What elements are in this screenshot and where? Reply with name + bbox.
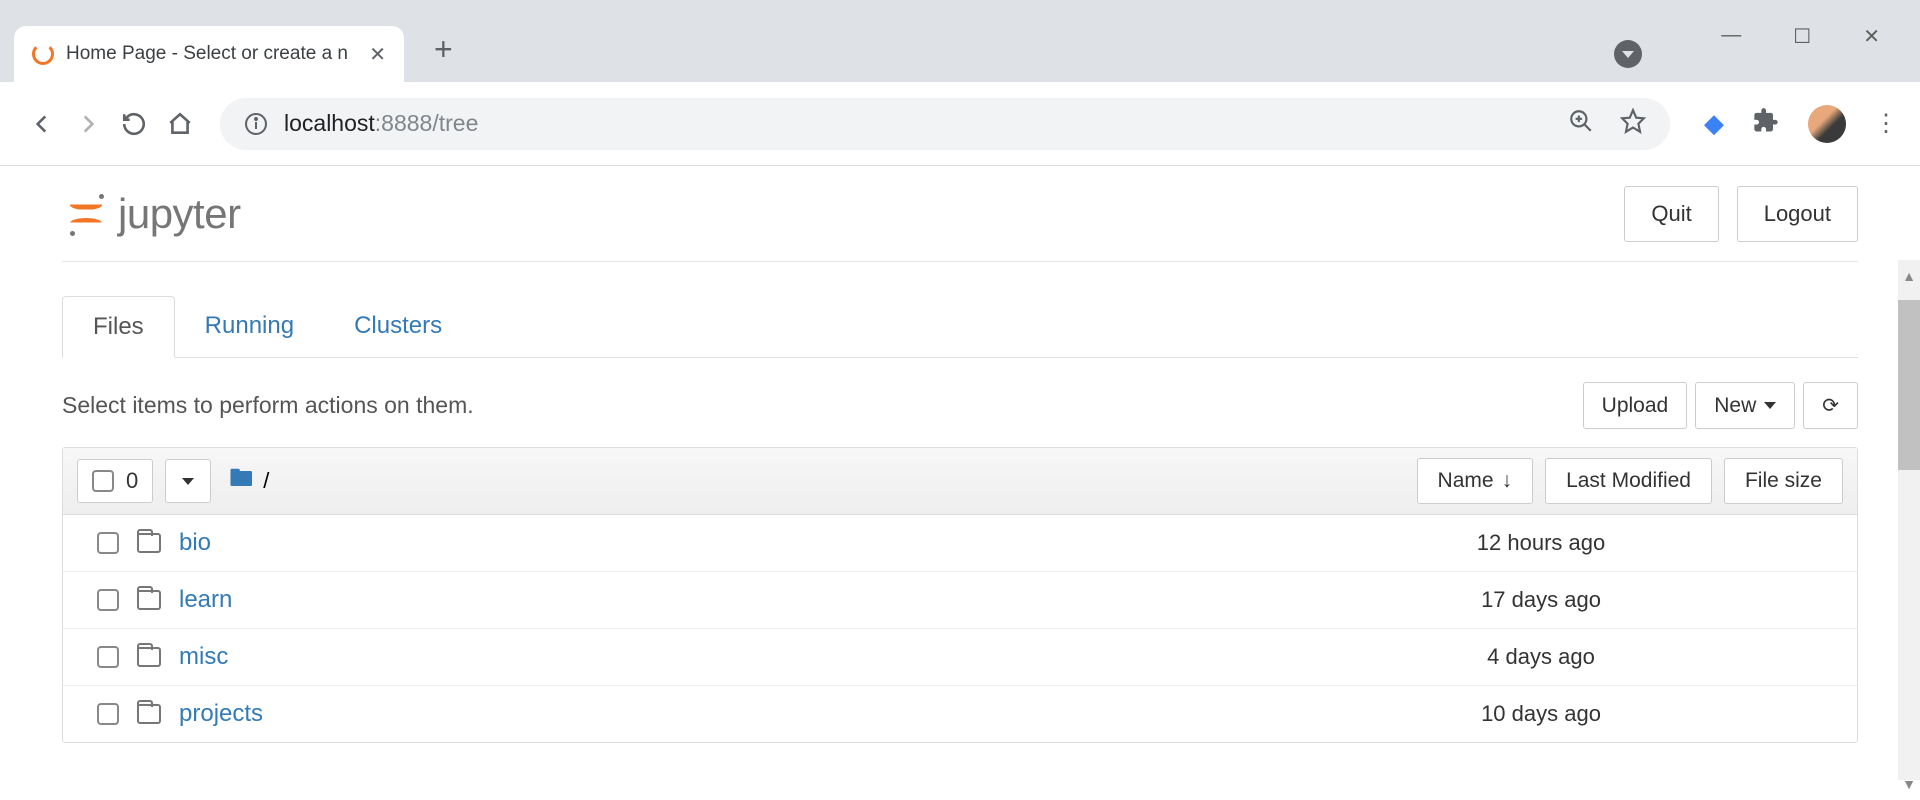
- home-button[interactable]: [160, 104, 200, 144]
- minimize-icon[interactable]: —: [1721, 24, 1741, 49]
- row-checkbox[interactable]: [97, 589, 119, 611]
- url-text: localhost:8888/tree: [284, 110, 478, 137]
- sort-name-button[interactable]: Name↓: [1417, 458, 1534, 504]
- extensions-area: ◆ ⋮: [1704, 105, 1898, 143]
- item-link[interactable]: misc: [179, 643, 228, 671]
- item-modified: 10 days ago: [1421, 701, 1661, 727]
- close-tab-icon[interactable]: ✕: [369, 42, 386, 67]
- caret-down-icon: [182, 478, 194, 485]
- dashboard-tabs: Files Running Clusters: [62, 296, 1858, 358]
- file-row: projects 10 days ago: [63, 686, 1857, 742]
- back-button[interactable]: [22, 104, 62, 144]
- jupyter-logo[interactable]: jupyter: [62, 190, 241, 238]
- browser-tab[interactable]: Home Page - Select or create a n ✕: [14, 26, 404, 82]
- sort-size-button[interactable]: File size: [1724, 458, 1843, 504]
- forward-button[interactable]: [68, 104, 108, 144]
- select-menu-dropdown[interactable]: [165, 459, 211, 503]
- sort-desc-icon: ↓: [1502, 469, 1513, 493]
- jupyter-logo-icon: [62, 190, 110, 238]
- folder-icon: [137, 647, 161, 667]
- file-row: misc 4 days ago: [63, 629, 1857, 686]
- tab-clusters[interactable]: Clusters: [324, 296, 472, 357]
- site-info-icon[interactable]: [244, 112, 268, 136]
- new-tab-button[interactable]: +: [434, 31, 453, 68]
- extensions-puzzle-icon[interactable]: [1752, 107, 1780, 140]
- item-link[interactable]: learn: [179, 586, 232, 614]
- reload-button[interactable]: [114, 104, 154, 144]
- profile-avatar[interactable]: [1808, 105, 1846, 143]
- row-checkbox[interactable]: [97, 646, 119, 668]
- tab-overflow-button[interactable]: [1614, 40, 1642, 68]
- browser-menu-icon[interactable]: ⋮: [1874, 109, 1898, 138]
- breadcrumb-root: /: [263, 468, 269, 494]
- selected-count: 0: [126, 468, 138, 494]
- caret-down-icon: [1764, 402, 1776, 409]
- sort-modified-button[interactable]: Last Modified: [1545, 458, 1712, 504]
- select-all-checkbox[interactable]: [92, 470, 114, 492]
- breadcrumb[interactable]: 🖿 /: [229, 461, 269, 502]
- tab-title: Home Page - Select or create a n: [66, 43, 348, 65]
- jupyter-header: jupyter Quit Logout: [62, 166, 1858, 262]
- scrollbar-thumb[interactable]: [1898, 300, 1920, 470]
- extension-icon[interactable]: ◆: [1704, 108, 1724, 139]
- folder-icon: 🖿: [229, 461, 253, 502]
- browser-toolbar: localhost:8888/tree ◆ ⋮: [0, 82, 1920, 166]
- file-list-header: 0 🖿 / Name↓ Last Modified File size: [63, 448, 1857, 515]
- item-link[interactable]: bio: [179, 529, 211, 557]
- maximize-icon[interactable]: ☐: [1793, 24, 1811, 49]
- file-list: 0 🖿 / Name↓ Last Modified File size bio …: [62, 447, 1858, 743]
- item-modified: 12 hours ago: [1421, 530, 1661, 556]
- bookmark-star-icon[interactable]: [1620, 108, 1646, 139]
- folder-icon: [137, 704, 161, 724]
- quit-button[interactable]: Quit: [1624, 186, 1718, 242]
- file-row: bio 12 hours ago: [63, 515, 1857, 572]
- scroll-up-icon[interactable]: ▲: [1900, 268, 1918, 286]
- select-all-control[interactable]: 0: [77, 459, 153, 503]
- scroll-down-icon[interactable]: ▼: [1900, 776, 1918, 794]
- tab-files[interactable]: Files: [62, 296, 175, 358]
- new-dropdown-button[interactable]: New: [1695, 382, 1795, 429]
- row-checkbox[interactable]: [97, 703, 119, 725]
- folder-icon: [137, 533, 161, 553]
- address-bar[interactable]: localhost:8888/tree: [220, 98, 1670, 150]
- browser-tab-strip: Home Page - Select or create a n ✕ + — ☐…: [0, 0, 1920, 82]
- item-modified: 4 days ago: [1421, 644, 1661, 670]
- folder-icon: [137, 590, 161, 610]
- row-checkbox[interactable]: [97, 532, 119, 554]
- refresh-button[interactable]: ⟳: [1803, 382, 1858, 429]
- window-controls: — ☐ ✕: [1721, 0, 1920, 49]
- jupyter-favicon-icon: [32, 43, 54, 65]
- file-row: learn 17 days ago: [63, 572, 1857, 629]
- jupyter-logo-text: jupyter: [118, 190, 241, 238]
- tab-running[interactable]: Running: [175, 296, 324, 357]
- close-window-icon[interactable]: ✕: [1863, 24, 1880, 49]
- refresh-icon: ⟳: [1822, 393, 1839, 418]
- zoom-icon[interactable]: [1568, 108, 1594, 139]
- action-hint: Select items to perform actions on them.: [62, 392, 474, 419]
- logout-button[interactable]: Logout: [1737, 186, 1858, 242]
- upload-button[interactable]: Upload: [1583, 382, 1688, 429]
- item-link[interactable]: projects: [179, 700, 263, 728]
- item-modified: 17 days ago: [1421, 587, 1661, 613]
